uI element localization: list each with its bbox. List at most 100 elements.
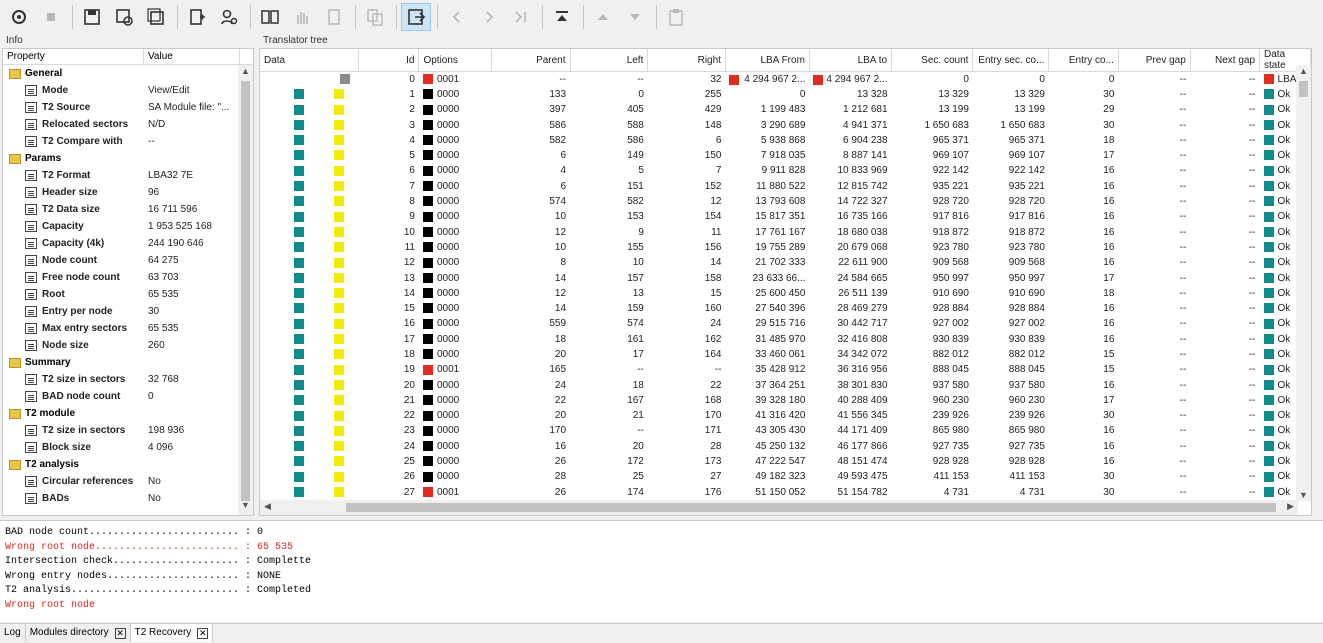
column-header-data[interactable]: Data (260, 49, 359, 72)
column-header-entry-co[interactable]: Entry co... (1048, 49, 1119, 72)
property-group[interactable]: Params (3, 150, 253, 167)
tree-row[interactable]: 3 0000 586 588 148 3 290 689 4 941 371 1 650 68… (260, 117, 1311, 132)
property-row[interactable]: T2 Compare with -- (3, 133, 253, 150)
save-all-button[interactable] (141, 3, 171, 31)
save-button[interactable] (77, 3, 107, 31)
tree-row[interactable]: 2 0000 397 405 429 1 199 483 1 212 681 13 199 13… (260, 102, 1311, 117)
page-button[interactable] (319, 3, 349, 31)
tree-vscroll-thumb[interactable] (1299, 81, 1308, 97)
user-search-button[interactable] (214, 3, 244, 31)
property-row[interactable]: T2 Data size 16 711 596 (3, 201, 253, 218)
tree-row[interactable]: 26 0000 28 25 27 49 182 323 49 593 475 411 153 4… (260, 469, 1311, 484)
property-row[interactable]: Node count 64 275 (3, 252, 253, 269)
info-col-value[interactable]: Value (144, 49, 240, 64)
scroll-down-icon[interactable]: ▼ (238, 500, 253, 514)
tree-row[interactable]: 15 0000 14 159 160 27 540 396 28 469 279 928 88… (260, 301, 1311, 316)
tree-row[interactable]: 19 0001 165 -- -- 35 428 912 36 316 956 888 045… (260, 362, 1311, 377)
tree-row[interactable]: 27 0001 26 174 176 51 150 052 51 154 782 4 731 4… (260, 485, 1311, 500)
add-page-button[interactable] (182, 3, 212, 31)
tree-horizontal-scrollbar[interactable]: ◀ ▶ (260, 500, 1298, 515)
tree-row[interactable]: 11 0000 10 155 156 19 755 289 20 679 068 923 78… (260, 240, 1311, 255)
tree-row[interactable]: 18 0000 20 17 164 33 460 061 34 342 072 882 012… (260, 347, 1311, 362)
tree-row[interactable]: 21 0000 22 167 168 39 328 180 40 288 409 960 23… (260, 393, 1311, 408)
tree-row[interactable]: 22 0000 20 21 170 41 316 420 41 556 345 239 926… (260, 408, 1311, 423)
scroll-left-icon[interactable]: ◀ (264, 501, 271, 512)
close-icon[interactable]: ✕ (197, 627, 209, 639)
save-settings-button[interactable] (109, 3, 139, 31)
hand-button[interactable] (287, 3, 317, 31)
column-header-parent[interactable]: Parent (491, 49, 571, 72)
property-row[interactable]: Circular references No (3, 473, 253, 490)
tree-row[interactable]: 10 0000 12 9 11 17 761 167 18 680 038 918 872 91… (260, 224, 1311, 239)
column-header-next-gap[interactable]: Next gap (1190, 49, 1261, 72)
prev-button[interactable] (442, 3, 472, 31)
stop-button[interactable] (36, 3, 66, 31)
scroll-up-icon[interactable]: ▲ (1296, 66, 1311, 76)
property-group[interactable]: T2 module (3, 405, 253, 422)
tree-row[interactable]: 8 0000 574 582 12 13 793 608 14 722 327 928 720… (260, 194, 1311, 209)
column-header-lba-from[interactable]: LBA From (725, 49, 810, 72)
binary-view-button[interactable] (255, 3, 285, 31)
property-row[interactable]: Capacity 1 953 525 168 (3, 218, 253, 235)
export-button[interactable] (401, 3, 431, 31)
column-header-entry-sec-co[interactable]: Entry sec. co... (972, 49, 1050, 72)
column-header-prev-gap[interactable]: Prev gap (1118, 49, 1191, 72)
tree-row[interactable]: 7 0000 6 151 152 11 880 522 12 815 742 935 221 9… (260, 179, 1311, 194)
tree-row[interactable]: 13 0000 14 157 158 23 633 66... 24 584 665 950 … (260, 270, 1311, 285)
tree-row[interactable]: 9 0000 10 153 154 15 817 351 16 735 166 917 816… (260, 209, 1311, 224)
next-button[interactable] (474, 3, 504, 31)
tree-row[interactable]: 20 0000 24 18 22 37 364 251 38 301 830 937 580 9… (260, 377, 1311, 392)
column-header-id[interactable]: Id (358, 49, 420, 72)
to-top-button[interactable] (547, 3, 577, 31)
property-row[interactable]: T2 Format LBA32 7E (3, 167, 253, 184)
column-header-lba-to[interactable]: LBA to (809, 49, 893, 72)
property-row[interactable]: Root 65 535 (3, 286, 253, 303)
property-row[interactable]: BADs No (3, 490, 253, 507)
clipboard-button[interactable] (661, 3, 691, 31)
column-header-left[interactable]: Left (570, 49, 649, 72)
info-scrollbar[interactable]: ▲ ▼ (238, 65, 253, 515)
info-scroll-thumb[interactable] (241, 81, 250, 501)
scroll-right-icon[interactable]: ▶ (1287, 501, 1294, 512)
tree-row[interactable]: 0 0001 -- -- 32 4 294 967 2... 4 294 967 2... 0… (260, 72, 1311, 87)
disk-settings-button[interactable] (4, 3, 34, 31)
tree-row[interactable]: 24 0000 16 20 28 45 250 132 46 177 866 927 735 9… (260, 439, 1311, 454)
property-row[interactable]: Relocated sectors N/D (3, 116, 253, 133)
tree-row[interactable]: 5 0000 6 149 150 7 918 035 8 887 141 969 107 969… (260, 148, 1311, 163)
tree-row[interactable]: 12 0000 8 10 14 21 702 333 22 611 900 909 568 90… (260, 255, 1311, 270)
tree-vertical-scrollbar[interactable]: ▲ ▼ (1296, 65, 1311, 501)
tree-row[interactable]: 23 0000 170 -- 171 43 305 430 44 171 409 865 98… (260, 423, 1311, 438)
scroll-up-icon[interactable]: ▲ (238, 66, 253, 80)
tree-row[interactable]: 25 0000 26 172 173 47 222 547 48 151 474 928 92… (260, 454, 1311, 469)
tab-log[interactable]: Log (0, 624, 26, 642)
tab-t2-recovery[interactable]: T2 Recovery ✕ (130, 624, 214, 642)
column-header-sec-count[interactable]: Sec. count (891, 49, 974, 72)
skip-end-button[interactable] (506, 3, 536, 31)
info-col-property[interactable]: Property (3, 49, 144, 64)
property-group[interactable]: T2 analysis (3, 456, 253, 473)
tree-row[interactable]: 17 0000 18 161 162 31 485 970 32 416 808 930 83… (260, 332, 1311, 347)
up-button[interactable] (588, 3, 618, 31)
tab-modules-directory[interactable]: Modules directory ✕ (26, 624, 131, 642)
property-row[interactable]: Entry per node 30 (3, 303, 253, 320)
property-row[interactable]: Node size 260 (3, 337, 253, 354)
column-header-options[interactable]: Options (418, 49, 493, 72)
property-group[interactable]: General (3, 65, 253, 82)
tree-row[interactable]: 14 0000 12 13 15 25 600 450 26 511 139 910 690 9… (260, 286, 1311, 301)
tree-row[interactable]: 4 0000 582 586 6 5 938 868 6 904 238 965 371 965… (260, 133, 1311, 148)
tree-hscroll-thumb[interactable] (346, 503, 1276, 512)
property-row[interactable]: T2 size in sectors 32 768 (3, 371, 253, 388)
property-row[interactable]: T2 size in sectors 198 936 (3, 422, 253, 439)
close-icon[interactable]: ✕ (114, 627, 126, 639)
property-row[interactable]: BAD node count 0 (3, 388, 253, 405)
tree-row[interactable]: 1 0000 133 0 255 0 13 328 13 329 13 329 30 -- -- Ok (260, 87, 1311, 102)
down-button[interactable] (620, 3, 650, 31)
column-header-right[interactable]: Right (647, 49, 726, 72)
property-row[interactable]: Mode View/Edit (3, 82, 253, 99)
property-row[interactable]: T2 Source SA Module file: "... (3, 99, 253, 116)
tree-row[interactable]: 6 0000 4 5 7 9 911 828 10 833 969 922 142 922 14… (260, 163, 1311, 178)
property-group[interactable]: Summary (3, 354, 253, 371)
property-row[interactable]: Free node count 63 703 (3, 269, 253, 286)
copy-button[interactable] (360, 3, 390, 31)
property-row[interactable]: Header size 96 (3, 184, 253, 201)
